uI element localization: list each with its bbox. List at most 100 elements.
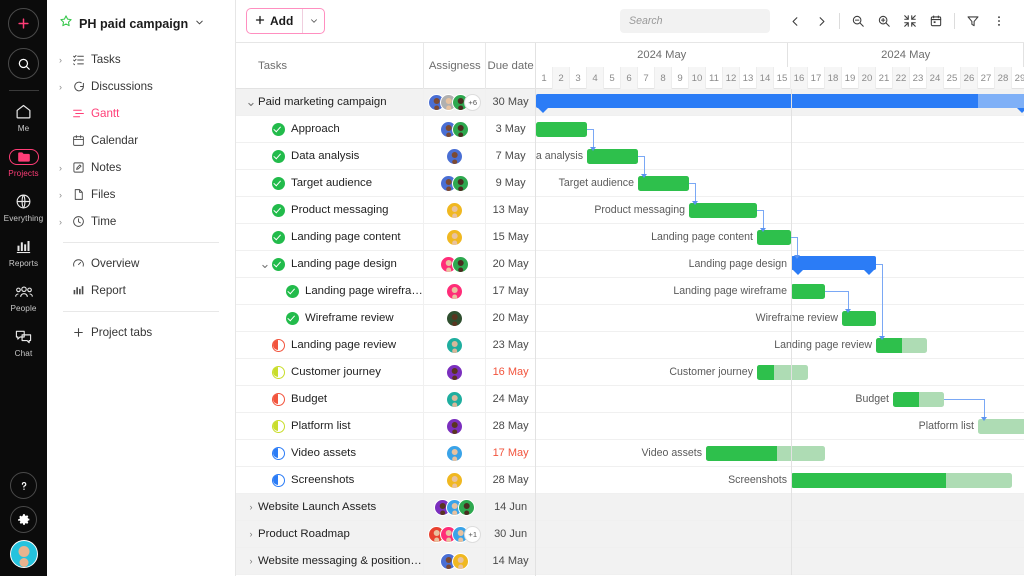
- gantt-task-bar[interactable]: [842, 311, 876, 326]
- due-date-cell[interactable]: 3 May: [485, 116, 535, 142]
- chevron-right-icon[interactable]: ›: [244, 502, 258, 512]
- table-row[interactable]: Approach3 May: [236, 116, 535, 143]
- due-date-cell[interactable]: 30 Jun: [485, 521, 535, 547]
- task-name-cell[interactable]: ⌄Landing page design: [236, 251, 423, 277]
- table-row[interactable]: ⌄Landing page design 20 May: [236, 251, 535, 278]
- task-name-cell[interactable]: Landing page review: [236, 332, 423, 358]
- avatar[interactable]: [446, 337, 463, 354]
- due-date-cell[interactable]: 23 May: [485, 332, 535, 358]
- task-name-cell[interactable]: ›Product Roadmap: [236, 521, 423, 547]
- chevron-right-icon[interactable]: ›: [59, 163, 72, 173]
- table-row[interactable]: ⌄Paid marketing campaign+630 May: [236, 89, 535, 116]
- assignees-cell[interactable]: [423, 413, 485, 439]
- due-date-cell[interactable]: 7 May: [485, 143, 535, 169]
- table-row[interactable]: Data analysis 7 May: [236, 143, 535, 170]
- task-name-cell[interactable]: Product messaging: [236, 197, 423, 223]
- avatar[interactable]: [458, 499, 475, 516]
- gantt-task-bar[interactable]: [791, 473, 1012, 488]
- chevron-right-icon[interactable]: ›: [244, 529, 258, 539]
- project-header[interactable]: PH paid campaign: [47, 10, 235, 33]
- assignees-cell[interactable]: +1: [423, 521, 485, 547]
- gantt-row[interactable]: Landing page wireframe: [536, 278, 1024, 305]
- add-button[interactable]: Add: [246, 8, 325, 34]
- sidebar-item-files[interactable]: › Files: [53, 181, 229, 208]
- table-row[interactable]: Landing page wireframe17 May: [236, 278, 535, 305]
- sidebar-item-report[interactable]: Report: [53, 277, 229, 304]
- due-date-cell[interactable]: 28 May: [485, 467, 535, 493]
- assignees-cell[interactable]: [423, 251, 485, 277]
- column-header-tasks[interactable]: Tasks: [236, 43, 423, 89]
- table-row[interactable]: ›Product Roadmap+130 Jun: [236, 521, 535, 548]
- status-badge[interactable]: [272, 339, 285, 352]
- column-header-assigness[interactable]: Assigness: [423, 43, 485, 89]
- task-name-cell[interactable]: Data analysis: [236, 143, 423, 169]
- task-name-cell[interactable]: Wireframe review: [236, 305, 423, 331]
- avatar[interactable]: [446, 283, 463, 300]
- task-name-cell[interactable]: Video assets: [236, 440, 423, 466]
- chevron-right-icon[interactable]: ›: [59, 190, 72, 200]
- gantt-row[interactable]: Data analysis: [536, 143, 1024, 170]
- due-date-cell[interactable]: 13 May: [485, 197, 535, 223]
- gantt-row[interactable]: Customer journey: [536, 359, 1024, 386]
- status-badge[interactable]: [286, 312, 299, 325]
- status-badge[interactable]: [272, 150, 285, 163]
- gantt-task-bar[interactable]: [536, 122, 587, 137]
- rail-item-chat[interactable]: Chat: [0, 326, 47, 358]
- next-period-button[interactable]: [808, 8, 834, 34]
- gantt-row[interactable]: Landing page content: [536, 224, 1024, 251]
- gantt-task-bar[interactable]: [876, 338, 927, 353]
- due-date-cell[interactable]: 14 Jun: [485, 494, 535, 520]
- table-row[interactable]: Budget24 May: [236, 386, 535, 413]
- assignees-cell[interactable]: [423, 224, 485, 250]
- rail-item-reports[interactable]: Reports: [0, 236, 47, 268]
- zoom-out-button[interactable]: [845, 8, 871, 34]
- status-badge[interactable]: [286, 285, 299, 298]
- task-name-cell[interactable]: Landing page wireframe: [236, 278, 423, 304]
- chevron-down-icon[interactable]: [194, 15, 205, 33]
- gantt-row[interactable]: Target audience: [536, 170, 1024, 197]
- chevron-right-icon[interactable]: ›: [59, 55, 72, 65]
- settings-button[interactable]: [10, 506, 37, 533]
- task-name-cell[interactable]: ›Website Launch Assets: [236, 494, 423, 520]
- assignees-cell[interactable]: [423, 143, 485, 169]
- search-global-button[interactable]: [8, 48, 39, 79]
- avatar[interactable]: [446, 418, 463, 435]
- gantt-row[interactable]: Landing page review: [536, 332, 1024, 359]
- assignees-cell[interactable]: [423, 359, 485, 385]
- gantt-row[interactable]: Product messaging: [536, 197, 1024, 224]
- gantt-task-bar[interactable]: [978, 419, 1024, 434]
- avatar[interactable]: [452, 121, 469, 138]
- chevron-down-icon[interactable]: ⌄: [244, 94, 258, 110]
- avatar[interactable]: [446, 310, 463, 327]
- avatar[interactable]: [446, 148, 463, 165]
- assignees-cell[interactable]: [423, 305, 485, 331]
- sidebar-item-overview[interactable]: Overview: [53, 250, 229, 277]
- table-row[interactable]: Product messaging 13 May: [236, 197, 535, 224]
- gantt-summary-bar[interactable]: [536, 94, 1024, 108]
- gantt-row[interactable]: [536, 494, 1024, 521]
- gantt-task-bar[interactable]: [791, 284, 825, 299]
- table-row[interactable]: ›Website Launch Assets 14 Jun: [236, 494, 535, 521]
- gantt-row[interactable]: Wireframe review: [536, 305, 1024, 332]
- sidebar-item-gantt[interactable]: Gantt: [53, 100, 229, 127]
- due-date-cell[interactable]: 20 May: [485, 251, 535, 277]
- sidebar-item-calendar[interactable]: Calendar: [53, 127, 229, 154]
- table-row[interactable]: Customer journey16 May: [236, 359, 535, 386]
- assignees-cell[interactable]: [423, 332, 485, 358]
- due-date-cell[interactable]: 20 May: [485, 305, 535, 331]
- table-row[interactable]: Landing page review 23 May: [236, 332, 535, 359]
- filter-icon[interactable]: [960, 8, 986, 34]
- avatar[interactable]: [446, 391, 463, 408]
- due-date-cell[interactable]: 14 May: [485, 548, 535, 574]
- table-row[interactable]: Landing page content15 May: [236, 224, 535, 251]
- gantt-row[interactable]: [536, 116, 1024, 143]
- assignees-cell[interactable]: +6: [423, 89, 485, 115]
- due-date-cell[interactable]: 17 May: [485, 440, 535, 466]
- status-badge[interactable]: [272, 204, 285, 217]
- table-row[interactable]: Video assets 17 May: [236, 440, 535, 467]
- task-name-cell[interactable]: Screenshots: [236, 467, 423, 493]
- status-badge[interactable]: [272, 474, 285, 487]
- table-row[interactable]: ›Website messaging & positioning14 May: [236, 548, 535, 575]
- avatar[interactable]: [452, 553, 469, 570]
- assignees-cell[interactable]: [423, 467, 485, 493]
